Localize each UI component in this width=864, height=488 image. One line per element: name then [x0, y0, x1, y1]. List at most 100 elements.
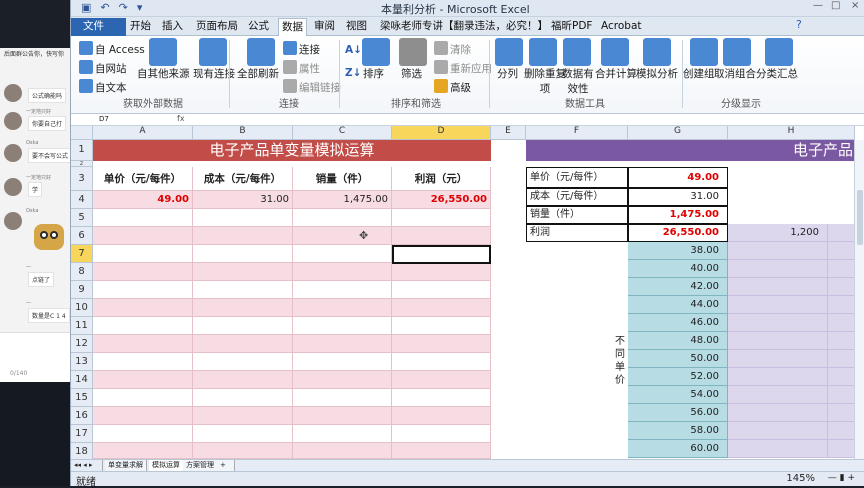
result-cell[interactable] [728, 314, 828, 332]
subtotal-icon[interactable] [765, 38, 793, 66]
consolidate-button[interactable]: 合并计算 [595, 66, 637, 81]
result-cell[interactable] [828, 350, 855, 368]
cell-b6[interactable] [193, 227, 293, 245]
row-header-7[interactable]: 7 [71, 245, 93, 263]
cell-a15[interactable] [93, 389, 193, 407]
from-text-button[interactable]: 自文本 [79, 79, 127, 95]
row-header-12[interactable]: 12 [71, 335, 93, 353]
text-to-columns-button[interactable]: 分列 [497, 66, 518, 81]
header-cost[interactable]: 成本（元/每件） [193, 167, 293, 191]
cell-a14[interactable] [93, 371, 193, 389]
data-validation-button[interactable]: 数据有效性 [559, 66, 597, 96]
vertical-label-different-price[interactable]: 不同单价 [612, 335, 628, 387]
reapply-button[interactable]: 重新应用 [434, 60, 492, 76]
properties-button[interactable]: 属性 [283, 60, 320, 76]
result-cell[interactable] [728, 422, 828, 440]
customize-icon[interactable]: ▾ [137, 1, 143, 14]
cell-b18[interactable] [193, 443, 293, 459]
cell-d17[interactable] [392, 425, 491, 443]
save-icon[interactable]: ▣ [81, 1, 91, 14]
cell-c10[interactable] [293, 299, 392, 317]
group-button[interactable]: 创建组 [683, 66, 715, 81]
row-header-10[interactable]: 10 [71, 299, 93, 317]
cell-b9[interactable] [193, 281, 293, 299]
column-header-h[interactable]: H [728, 126, 855, 140]
vertical-scrollbar[interactable] [854, 140, 864, 459]
tab-foxit-pdf[interactable]: 福昕PDF [551, 18, 592, 36]
row-header-6[interactable]: 6 [71, 227, 93, 245]
row-header-17[interactable]: 17 [71, 425, 93, 443]
row-header-18[interactable]: 18 [71, 443, 93, 459]
column-header-f[interactable]: F [526, 126, 628, 140]
cell-d18[interactable] [392, 443, 491, 459]
consolidate-icon[interactable] [601, 38, 629, 66]
right-value-price[interactable]: 49.00 [628, 167, 728, 188]
tab-custom[interactable]: 梁咏老师专讲【翻录违法，必究！】 [380, 18, 548, 36]
result-cell[interactable] [728, 278, 828, 296]
subtotal-button[interactable]: 分类汇总 [756, 66, 798, 81]
right-label-sales[interactable]: 销量（件） [526, 206, 628, 224]
cell-d14[interactable] [392, 371, 491, 389]
cell-d9[interactable] [392, 281, 491, 299]
column-header-e[interactable]: E [491, 126, 526, 140]
column-header-c[interactable]: C [293, 126, 392, 140]
cell-b14[interactable] [193, 371, 293, 389]
cell-d13[interactable] [392, 353, 491, 371]
cell-a9[interactable] [93, 281, 193, 299]
cell-a11[interactable] [93, 317, 193, 335]
cell-b15[interactable] [193, 389, 293, 407]
cell-d15[interactable] [392, 389, 491, 407]
price-series-2[interactable]: 40.00 [628, 260, 728, 278]
row-header-16[interactable]: 16 [71, 407, 93, 425]
cell-c16[interactable] [293, 407, 392, 425]
ungroup-icon[interactable] [723, 38, 751, 66]
filter-button[interactable]: 筛选 [401, 66, 422, 81]
result-cell[interactable] [728, 296, 828, 314]
column-header-b[interactable]: B [193, 126, 293, 140]
minimize-icon[interactable]: — [813, 0, 823, 11]
price-series-11[interactable]: 58.00 [628, 422, 728, 440]
row-header-11[interactable]: 11 [71, 317, 93, 335]
tab-review[interactable]: 审阅 [314, 18, 335, 36]
tab-file[interactable]: 文件 [71, 18, 126, 36]
row-header-14[interactable]: 14 [71, 371, 93, 389]
price-series-12[interactable]: 60.00 [628, 440, 728, 458]
row-header-5[interactable]: 5 [71, 209, 93, 227]
right-label-profit[interactable]: 利润 [526, 224, 628, 242]
existing-connections-icon[interactable] [199, 38, 227, 66]
header-price[interactable]: 单价（元/每件） [93, 167, 193, 191]
price-series-9[interactable]: 54.00 [628, 386, 728, 404]
result-cell[interactable] [728, 260, 828, 278]
result-cell[interactable] [828, 404, 855, 422]
price-series-6[interactable]: 48.00 [628, 332, 728, 350]
cell-d16[interactable] [392, 407, 491, 425]
right-table-title[interactable]: 电子产品 [526, 140, 855, 161]
cell-a4[interactable]: 49.00 [93, 191, 193, 209]
row-header-9[interactable]: 9 [71, 281, 93, 299]
result-cell[interactable] [828, 422, 855, 440]
help-icon[interactable]: ? [796, 18, 802, 31]
right-label-cost[interactable]: 成本（元/每件） [526, 188, 628, 206]
sort-za-icon[interactable]: Z↓ [345, 67, 361, 79]
sort-az-icon[interactable]: A↓ [345, 44, 362, 56]
sort-button[interactable]: 排序 [363, 66, 384, 81]
tab-view[interactable]: 视图 [346, 18, 367, 36]
result-cell[interactable] [828, 278, 855, 296]
row-header-4[interactable]: 4 [71, 191, 93, 209]
tab-formulas[interactable]: 公式 [248, 18, 269, 36]
result-cell[interactable] [828, 242, 855, 260]
filter-icon[interactable] [399, 38, 427, 66]
right-value-cost[interactable]: 31.00 [628, 188, 728, 206]
cell-b5[interactable] [193, 209, 293, 227]
result-cell[interactable] [728, 332, 828, 350]
cell-c17[interactable] [293, 425, 392, 443]
cell-d5[interactable] [392, 209, 491, 227]
cell-d12[interactable] [392, 335, 491, 353]
result-cell[interactable] [828, 296, 855, 314]
edit-links-button[interactable]: 编辑链接 [283, 79, 341, 95]
cell-a12[interactable] [93, 335, 193, 353]
select-all-corner[interactable] [71, 126, 93, 140]
column-header-a[interactable]: A [93, 126, 193, 140]
other-sources-button[interactable]: 自其他来源 [137, 66, 190, 81]
formula-icon[interactable]: fx [177, 114, 185, 123]
